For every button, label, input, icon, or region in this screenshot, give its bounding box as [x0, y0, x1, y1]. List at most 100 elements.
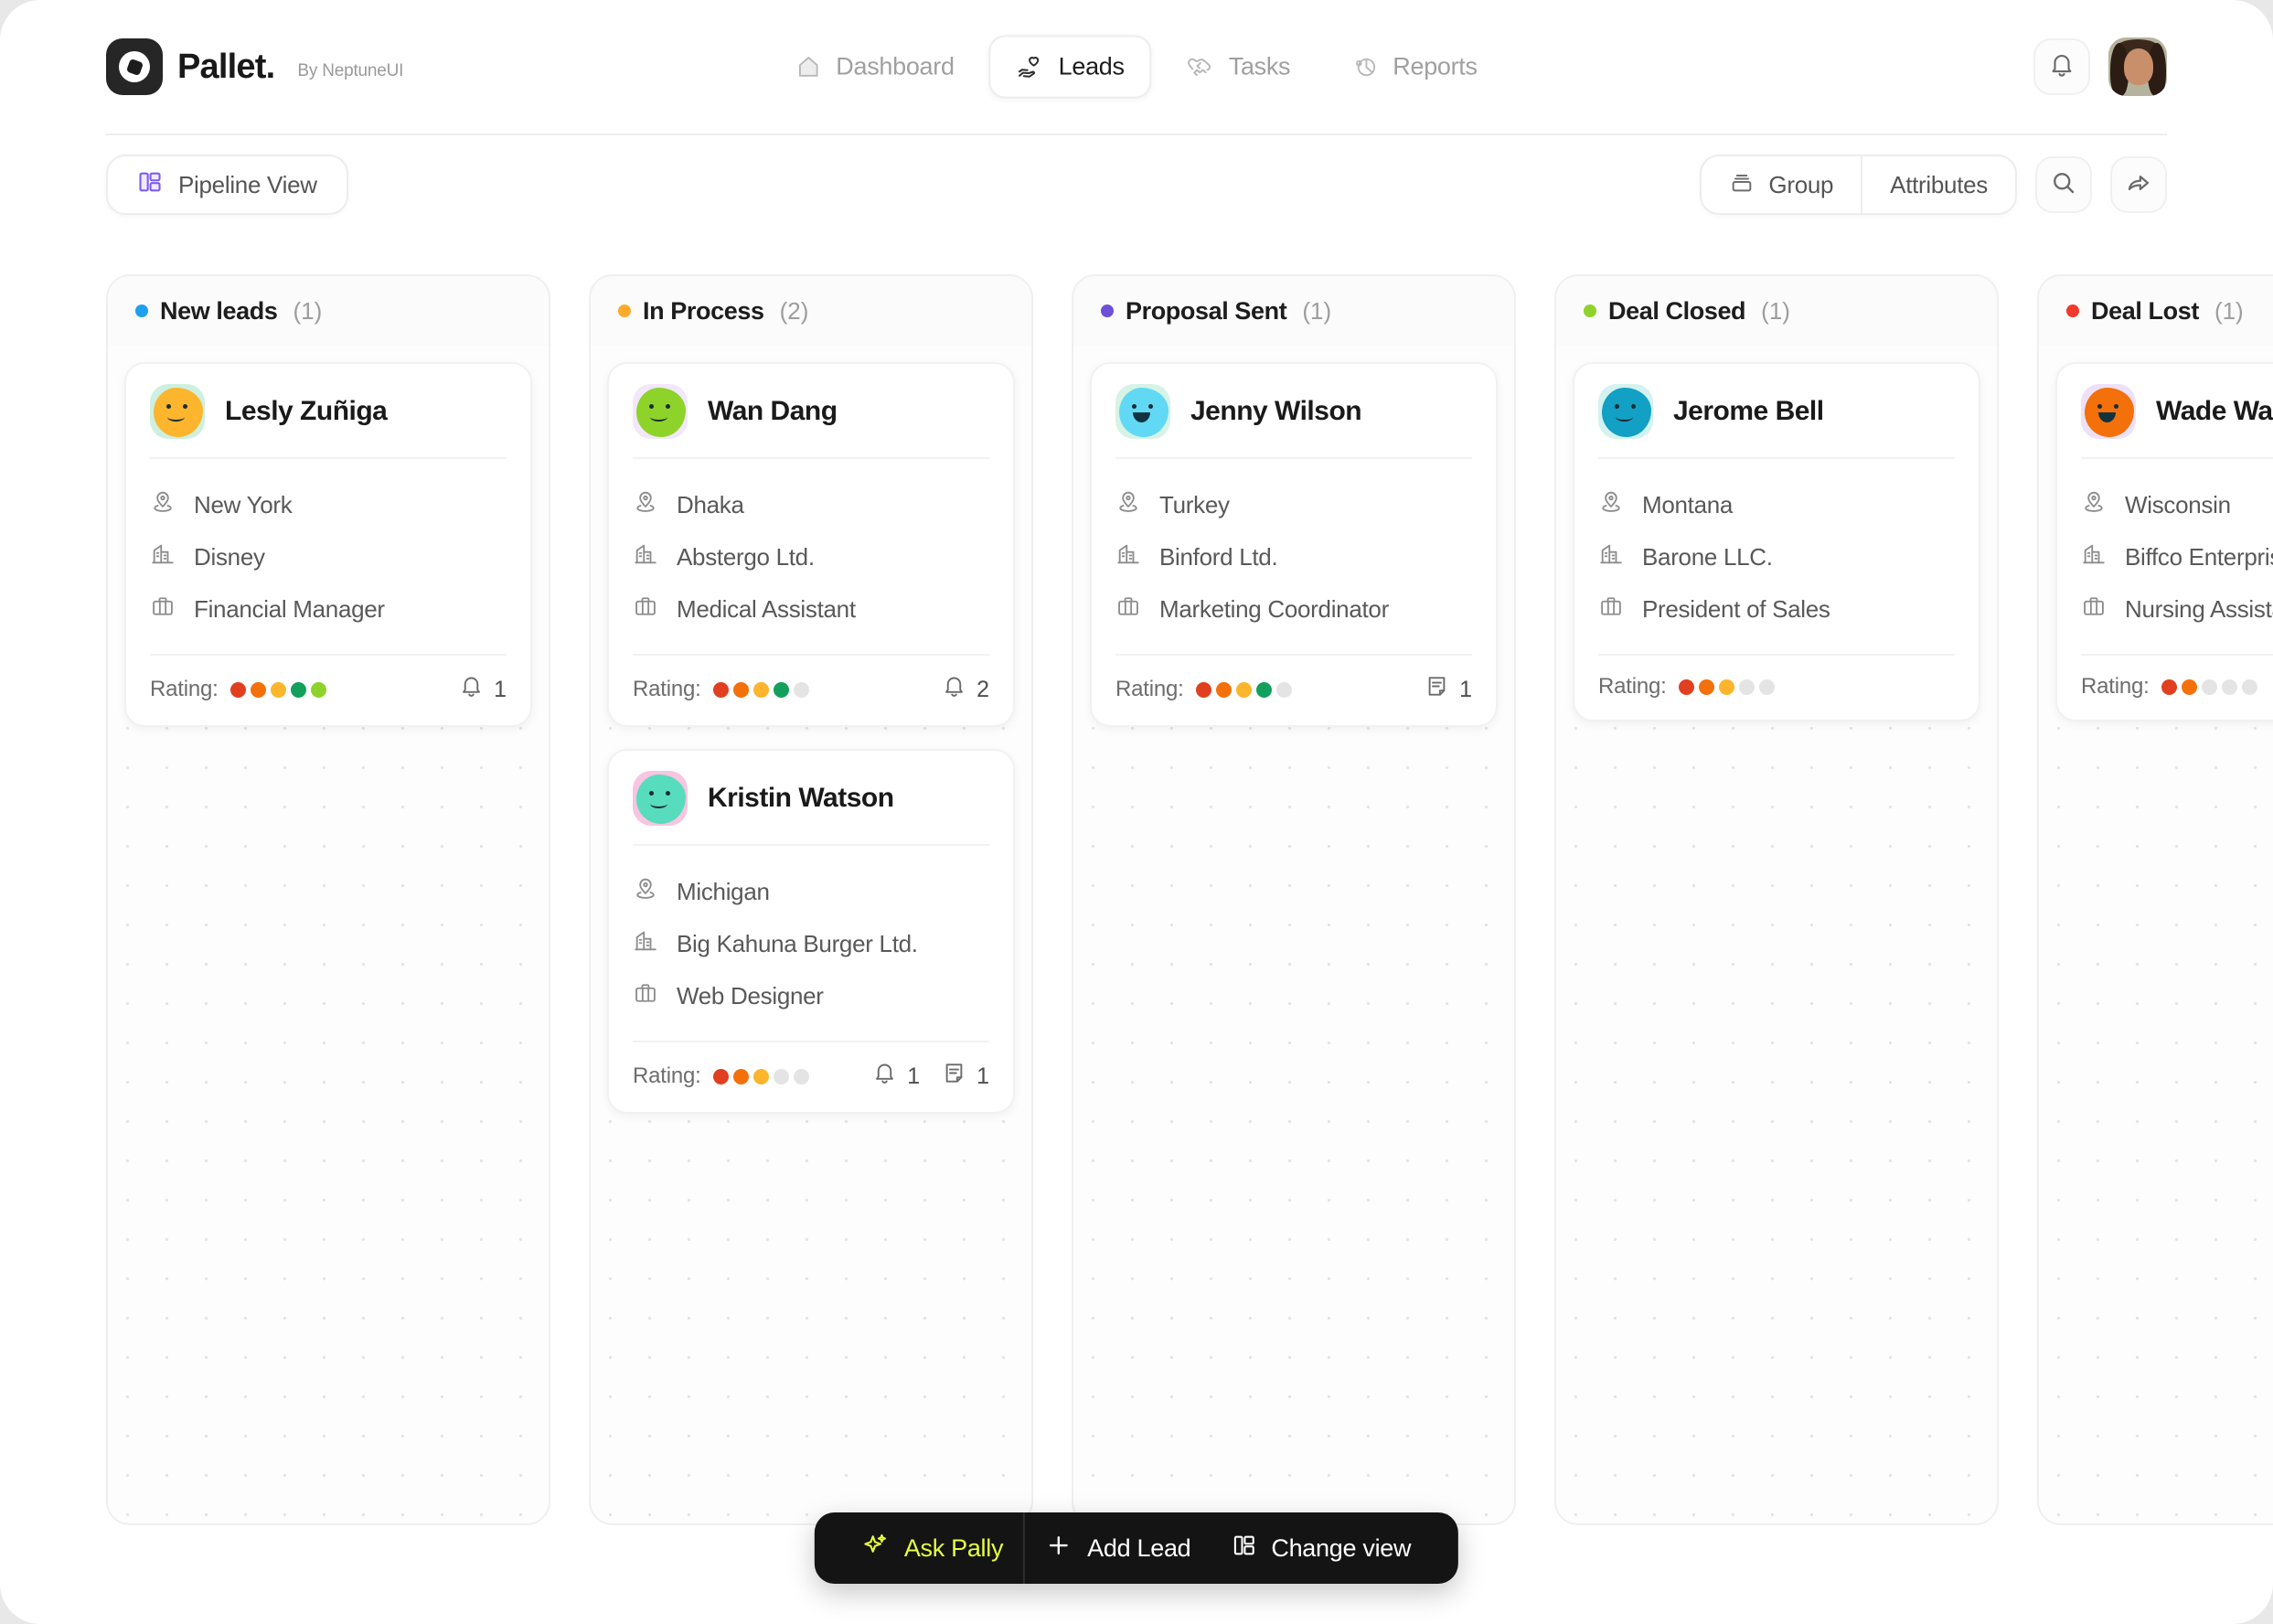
building-icon [633, 928, 658, 960]
lead-company-row: Big Kahuna Burger Ltd. [633, 918, 989, 970]
card-badge[interactable]: 1 [872, 1061, 920, 1092]
lead-role: President of Sales [1642, 595, 1830, 624]
sparkle-icon [862, 1532, 890, 1565]
building-icon [1115, 541, 1141, 573]
lead-avatar [1598, 384, 1653, 439]
pallet-logo-icon [106, 38, 163, 95]
lead-location-row: Dhaka [633, 479, 989, 531]
note-icon [942, 1061, 966, 1092]
pipeline-column[interactable]: New leads(1)Lesly ZuñigaNew YorkDisneyFi… [106, 274, 550, 1525]
pipeline-view-label: Pipeline View [178, 171, 317, 199]
lead-card[interactable]: Jerome BellMontanaBarone LLC.President o… [1573, 362, 1980, 721]
lead-avatar [2081, 384, 2136, 439]
add-lead-button[interactable]: Add Lead [1025, 1512, 1211, 1584]
reports-chart-icon [1352, 54, 1378, 80]
badge-count: 1 [976, 1063, 989, 1090]
column-header: Proposal Sent(1) [1073, 276, 1514, 346]
pipeline-column[interactable]: In Process(2)Wan DangDhakaAbstergo Ltd.M… [589, 274, 1033, 1525]
brand-logo[interactable]: Pallet. By NeptuneUI [106, 38, 403, 95]
lead-rating: Rating: [150, 677, 326, 702]
column-header: Deal Lost (1) [2039, 276, 2273, 346]
nav-item-leads[interactable]: Leads [989, 36, 1152, 99]
plus-icon [1045, 1532, 1072, 1565]
rating-label: Rating: [1598, 674, 1667, 700]
nav-item-tasks[interactable]: Tasks [1159, 36, 1318, 99]
column-cards: Jerome BellMontanaBarone LLC.President o… [1556, 346, 1997, 738]
header-actions [2033, 37, 2167, 96]
lead-company: Disney [194, 543, 265, 572]
change-view-label: Change view [1271, 1534, 1411, 1563]
lead-role: Marketing Coordinator [1159, 595, 1389, 624]
briefcase-icon [633, 593, 658, 625]
column-count: (1) [1302, 297, 1331, 326]
badge-count: 1 [494, 677, 507, 703]
lead-role-row: Marketing Coordinator [1115, 583, 1472, 636]
card-badges: 2 [942, 674, 989, 705]
lead-location-row: New York [150, 479, 507, 531]
lead-company: Biffco Enterprises Ltd. [2125, 543, 2273, 572]
pipeline-board[interactable]: New leads(1)Lesly ZuñigaNew YorkDisneyFi… [106, 274, 2273, 1525]
main-nav: Dashboard Leads Tasks Reports [768, 36, 1504, 99]
search-icon [2050, 169, 2077, 201]
column-cards: Wan DangDhakaAbstergo Ltd.Medical Assist… [591, 346, 1031, 1130]
rating-label: Rating: [633, 677, 701, 702]
lead-role: Nursing Assistant [2125, 595, 2273, 624]
lead-company-row: Barone LLC. [1598, 531, 1955, 583]
pipeline-column[interactable]: Deal Closed(1)Jerome BellMontanaBarone L… [1554, 274, 1999, 1525]
group-attributes-segmented: Group Attributes [1700, 155, 2017, 215]
card-badges: 1 [459, 674, 507, 705]
pipeline-column[interactable]: Deal Lost (1) Wade WarrenWisconsinBiffco E… [2037, 274, 2273, 1525]
lead-avatar [1115, 384, 1170, 439]
toolbar-right-actions: Group Attributes [1700, 155, 2167, 215]
card-badges: 1 [1425, 674, 1472, 705]
bell-icon [872, 1061, 897, 1092]
lead-company: Abstergo Ltd. [677, 543, 815, 572]
user-avatar[interactable] [2108, 37, 2167, 96]
bell-icon [942, 674, 966, 705]
lead-name: Lesly Zuñiga [225, 396, 387, 427]
ask-pally-button[interactable]: Ask Pally [842, 1512, 1023, 1584]
card-badge[interactable]: 1 [1425, 674, 1472, 705]
note-icon [1425, 674, 1449, 705]
leads-hand-icon [1017, 53, 1044, 80]
pipeline-column[interactable]: Proposal Sent(1) Jenny WilsonTurkeyBinfor… [1072, 274, 1516, 1525]
nav-label-tasks: Tasks [1229, 53, 1291, 81]
share-arrow-icon [2125, 169, 2152, 201]
bell-icon [2048, 51, 2076, 83]
column-status-dot [2066, 304, 2079, 317]
share-button[interactable] [2110, 156, 2167, 213]
card-footer: Rating: [1598, 656, 1955, 720]
briefcase-icon [150, 593, 176, 625]
brand-byline: By NeptuneUI [297, 53, 403, 81]
rating-dots [713, 682, 809, 698]
pipeline-view-button[interactable]: Pipeline View [106, 155, 348, 215]
card-details: TurkeyBinford Ltd.Marketing Coordinator [1115, 459, 1472, 656]
column-count: (1) [2214, 297, 2244, 326]
lead-card[interactable]: Jenny WilsonTurkeyBinford Ltd.Marketing … [1090, 362, 1498, 727]
lead-card[interactable]: Lesly ZuñigaNew YorkDisneyFinancial Mana… [124, 362, 532, 727]
card-badge[interactable]: 1 [459, 674, 507, 705]
lead-company-row: Biffco Enterprises Ltd. [2081, 531, 2273, 583]
lead-card[interactable]: Wan DangDhakaAbstergo Ltd.Medical Assist… [607, 362, 1015, 727]
nav-item-reports[interactable]: Reports [1325, 36, 1504, 99]
lead-rating: Rating: [633, 677, 809, 702]
lead-role-row: Nursing Assistant [2081, 583, 2273, 636]
nav-item-dashboard[interactable]: Dashboard [768, 36, 981, 99]
rating-label: Rating: [1115, 677, 1184, 702]
lead-location: Wisconsin [2125, 491, 2231, 519]
attributes-button[interactable]: Attributes [1861, 156, 2015, 213]
lead-company: Binford Ltd. [1159, 543, 1277, 572]
notifications-button[interactable] [2033, 38, 2090, 95]
lead-card[interactable]: Wade WarrenWisconsinBiffco Enterprises L… [2055, 362, 2273, 721]
brand-name: Pallet. [177, 48, 274, 87]
search-button[interactable] [2035, 156, 2092, 213]
rating-dots [713, 1069, 809, 1084]
card-badge[interactable]: 1 [942, 1061, 989, 1092]
column-title: Deal Lost [2091, 297, 2199, 326]
lead-company: Barone LLC. [1642, 543, 1773, 572]
column-title: New leads [160, 297, 277, 326]
card-badge[interactable]: 2 [942, 674, 989, 705]
change-view-button[interactable]: Change view [1211, 1512, 1431, 1584]
group-button[interactable]: Group [1702, 156, 1861, 213]
lead-card[interactable]: Kristin WatsonMichiganBig Kahuna Burger … [607, 749, 1015, 1114]
